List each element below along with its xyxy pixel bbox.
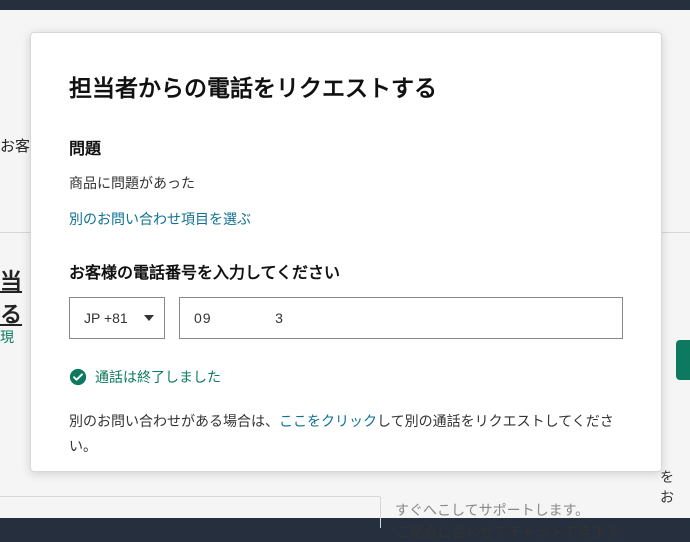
modal-title: 担当者からの電話をリクエストする [69,69,623,103]
request-another-call-link[interactable]: ここをクリック [279,413,377,429]
header-bar-fragment [0,0,690,10]
bg-text-fragment: お客 [0,135,30,156]
help-text-prefix: 別のお問い合わせがある場合は、 [69,413,279,429]
checkmark-circle-icon [69,368,87,386]
issue-heading: 問題 [69,135,623,159]
bg-text-fragment: 現 [0,327,14,347]
bg-text-fragment: を お [660,467,674,507]
bg-text-fragment: 当 る [0,265,22,331]
bg-divider [0,496,380,497]
country-code-select[interactable]: JP +81 [69,297,165,339]
request-call-modal: 担当者からの電話をリクエストする 問題 商品に問題があった 別のお問い合わせ項目… [30,32,662,472]
call-status-text: 通話は終了しました [95,367,221,387]
bg-divider [380,497,381,528]
bg-text-fragment: すぐへこしてサポートします。 [395,500,589,520]
bg-text-fragment: ご都合に合わせてチャットできます。 [396,522,632,542]
issue-description: 商品に問題があった [69,173,623,193]
phone-number-input[interactable] [179,297,623,339]
phone-input-row: JP +81 [69,297,623,339]
call-status-row: 通話は終了しました [69,367,623,387]
change-issue-link[interactable]: 別のお問い合わせ項目を選ぶ [69,209,251,229]
bg-button-fragment [676,340,690,380]
help-text: 別のお問い合わせがある場合は、ここをクリックして別の通話をリクエストしてください… [69,409,623,459]
phone-heading: お客様の電話番号を入力してください [69,259,623,283]
